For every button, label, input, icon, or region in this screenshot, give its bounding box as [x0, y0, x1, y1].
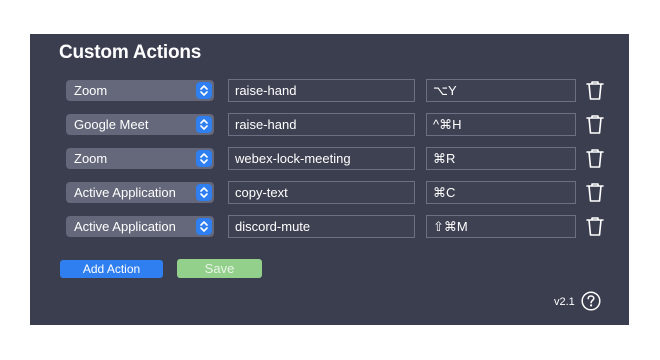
chevron-updown-icon	[196, 82, 212, 99]
chevron-updown-icon	[196, 150, 212, 167]
trash-icon[interactable]	[586, 114, 604, 134]
chevron-updown-icon	[196, 116, 212, 133]
chevron-updown-icon	[196, 184, 212, 201]
trash-icon[interactable]	[586, 148, 604, 168]
action-name-field[interactable]: raise-hand	[228, 113, 415, 136]
shortcut-field[interactable]: ^⌘H	[426, 113, 576, 136]
action-name-field[interactable]: discord-mute	[228, 215, 415, 238]
add-action-button[interactable]: Add Action	[60, 260, 163, 278]
action-name-field[interactable]: raise-hand	[228, 79, 415, 102]
app-select-value: Zoom	[74, 83, 108, 98]
shortcut-field[interactable]: ⌥Y	[426, 79, 576, 102]
help-circle-icon[interactable]	[581, 291, 601, 311]
trash-icon[interactable]	[586, 80, 604, 100]
shortcut-field[interactable]: ⌘R	[426, 147, 576, 170]
app-select[interactable]: Active Application	[66, 182, 214, 203]
shortcut-field[interactable]: ⇧⌘M	[426, 215, 576, 238]
chevron-updown-icon	[196, 218, 212, 235]
app-select-value: Active Application	[74, 185, 176, 200]
custom-actions-panel: Custom Actions Zoom raise-hand ⌥Y Google…	[30, 34, 629, 325]
app-select-value: Active Application	[74, 219, 176, 234]
app-select-value: Google Meet	[74, 117, 149, 132]
app-select-value: Zoom	[74, 151, 108, 166]
shortcut-field[interactable]: ⌘C	[426, 181, 576, 204]
save-button[interactable]: Save	[177, 259, 262, 278]
app-select[interactable]: Google Meet	[66, 114, 214, 135]
page-title: Custom Actions	[59, 42, 202, 63]
action-name-field[interactable]: copy-text	[228, 181, 415, 204]
action-name-field[interactable]: webex-lock-meeting	[228, 147, 415, 170]
app-select[interactable]: Zoom	[66, 148, 214, 169]
app-select[interactable]: Zoom	[66, 80, 214, 101]
trash-icon[interactable]	[586, 182, 604, 202]
trash-icon[interactable]	[586, 216, 604, 236]
version-label: v2.1	[554, 296, 575, 308]
app-select[interactable]: Active Application	[66, 216, 214, 237]
